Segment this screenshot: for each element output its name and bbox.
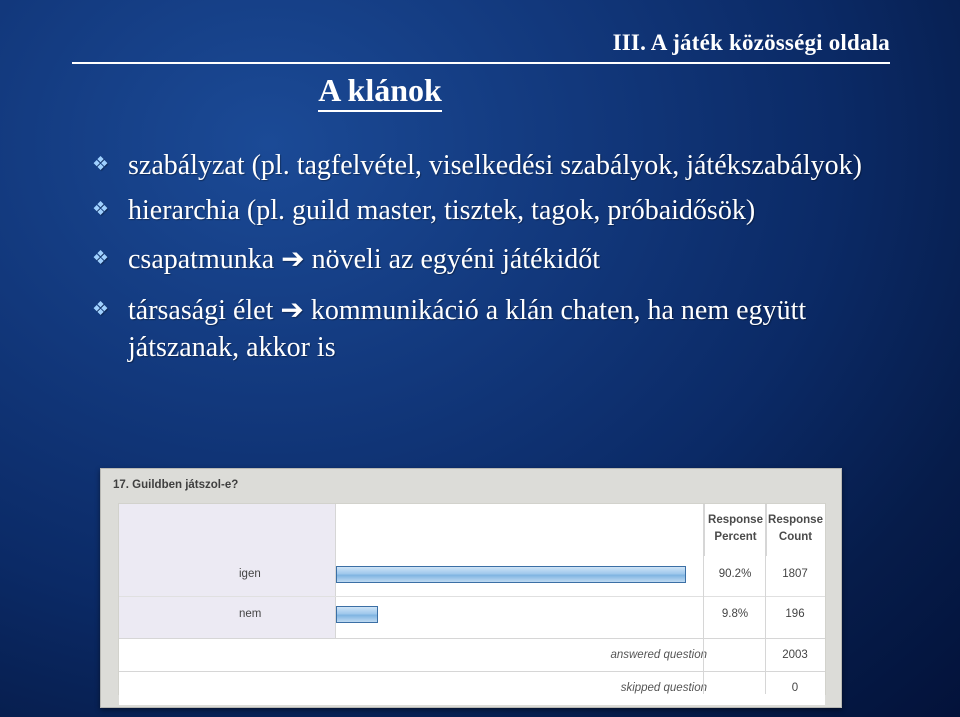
list-item: ❖ csapatmunka ➔ növeli az egyéni játékid…: [86, 242, 916, 279]
row-label: nem: [239, 608, 262, 620]
column-header-response-percent-line1: Response: [708, 514, 763, 526]
footer-label-answered: answered question: [610, 649, 707, 661]
cell-response-count: 196: [785, 608, 805, 620]
column-header-response-count-line2: Count: [778, 530, 813, 543]
table-row: igen 90.2% 1807: [119, 556, 825, 596]
survey-question: 17. Guildben játszol-e?: [113, 479, 239, 491]
cell-response-count: 1807: [782, 568, 808, 580]
row-label: igen: [239, 568, 261, 580]
list-item-text: csapatmunka ➔ növeli az egyéni játékidőt: [128, 243, 601, 275]
table-row: nem 9.8% 196: [119, 596, 825, 636]
bar-nem: [336, 606, 378, 623]
bar-wrapper: [336, 606, 686, 623]
list-item-text: hierarchia (pl. guild master, tisztek, t…: [128, 194, 756, 226]
slide: III. A játék közösségi oldala A klánok ❖…: [0, 0, 960, 717]
cell-response-percent: 90.2%: [718, 568, 752, 580]
survey-result-image: 17. Guildben játszol-e? Response Percent…: [100, 468, 842, 708]
page-title-text: A klánok: [318, 72, 442, 112]
bullet-marker-icon: ❖: [92, 198, 110, 220]
list-item-text: szabályzat (pl. tagfelvétel, viselkedési…: [128, 150, 862, 181]
column-header-response-percent-line2: Percent: [714, 530, 757, 543]
list-item: ❖ hierarchia (pl. guild master, tisztek,…: [86, 193, 916, 230]
list-item-text: társasági élet ➔ kommunikáció a klán cha…: [128, 294, 807, 363]
footer-value-skipped: 0: [791, 682, 799, 694]
bullet-marker-icon: ❖: [92, 247, 110, 269]
bullet-marker-icon: ❖: [92, 154, 110, 175]
column-header-response-count-line1: Response: [768, 514, 823, 526]
page-title: A klánok: [0, 72, 760, 112]
header-title: III. A játék közösségi oldala: [612, 30, 890, 55]
list-item: ❖ társasági élet ➔ kommunikáció a klán c…: [86, 293, 916, 367]
column-header-response-count: Response Count: [766, 504, 824, 556]
column-divider: [703, 504, 704, 694]
table-footer-answered: answered question 2003: [119, 638, 825, 672]
table-footer-skipped: skipped question 0: [119, 671, 825, 705]
list-item: ❖ szabályzat (pl. tagfelvétel, viselkedé…: [86, 148, 916, 185]
column-divider: [765, 504, 766, 694]
cell-response-percent: 9.8%: [721, 608, 749, 620]
bullet-marker-icon: ❖: [92, 298, 110, 320]
header-divider: [72, 62, 890, 64]
bullet-list: ❖ szabályzat (pl. tagfelvétel, viselkedé…: [86, 148, 916, 381]
bar-wrapper: [336, 566, 686, 583]
footer-label-skipped: skipped question: [620, 682, 707, 694]
footer-value-answered: 2003: [782, 649, 808, 661]
column-header-response-percent: Response Percent: [704, 504, 766, 556]
survey-table: Response Percent Response Count igen 90.…: [118, 503, 826, 705]
bar-igen: [336, 566, 686, 583]
